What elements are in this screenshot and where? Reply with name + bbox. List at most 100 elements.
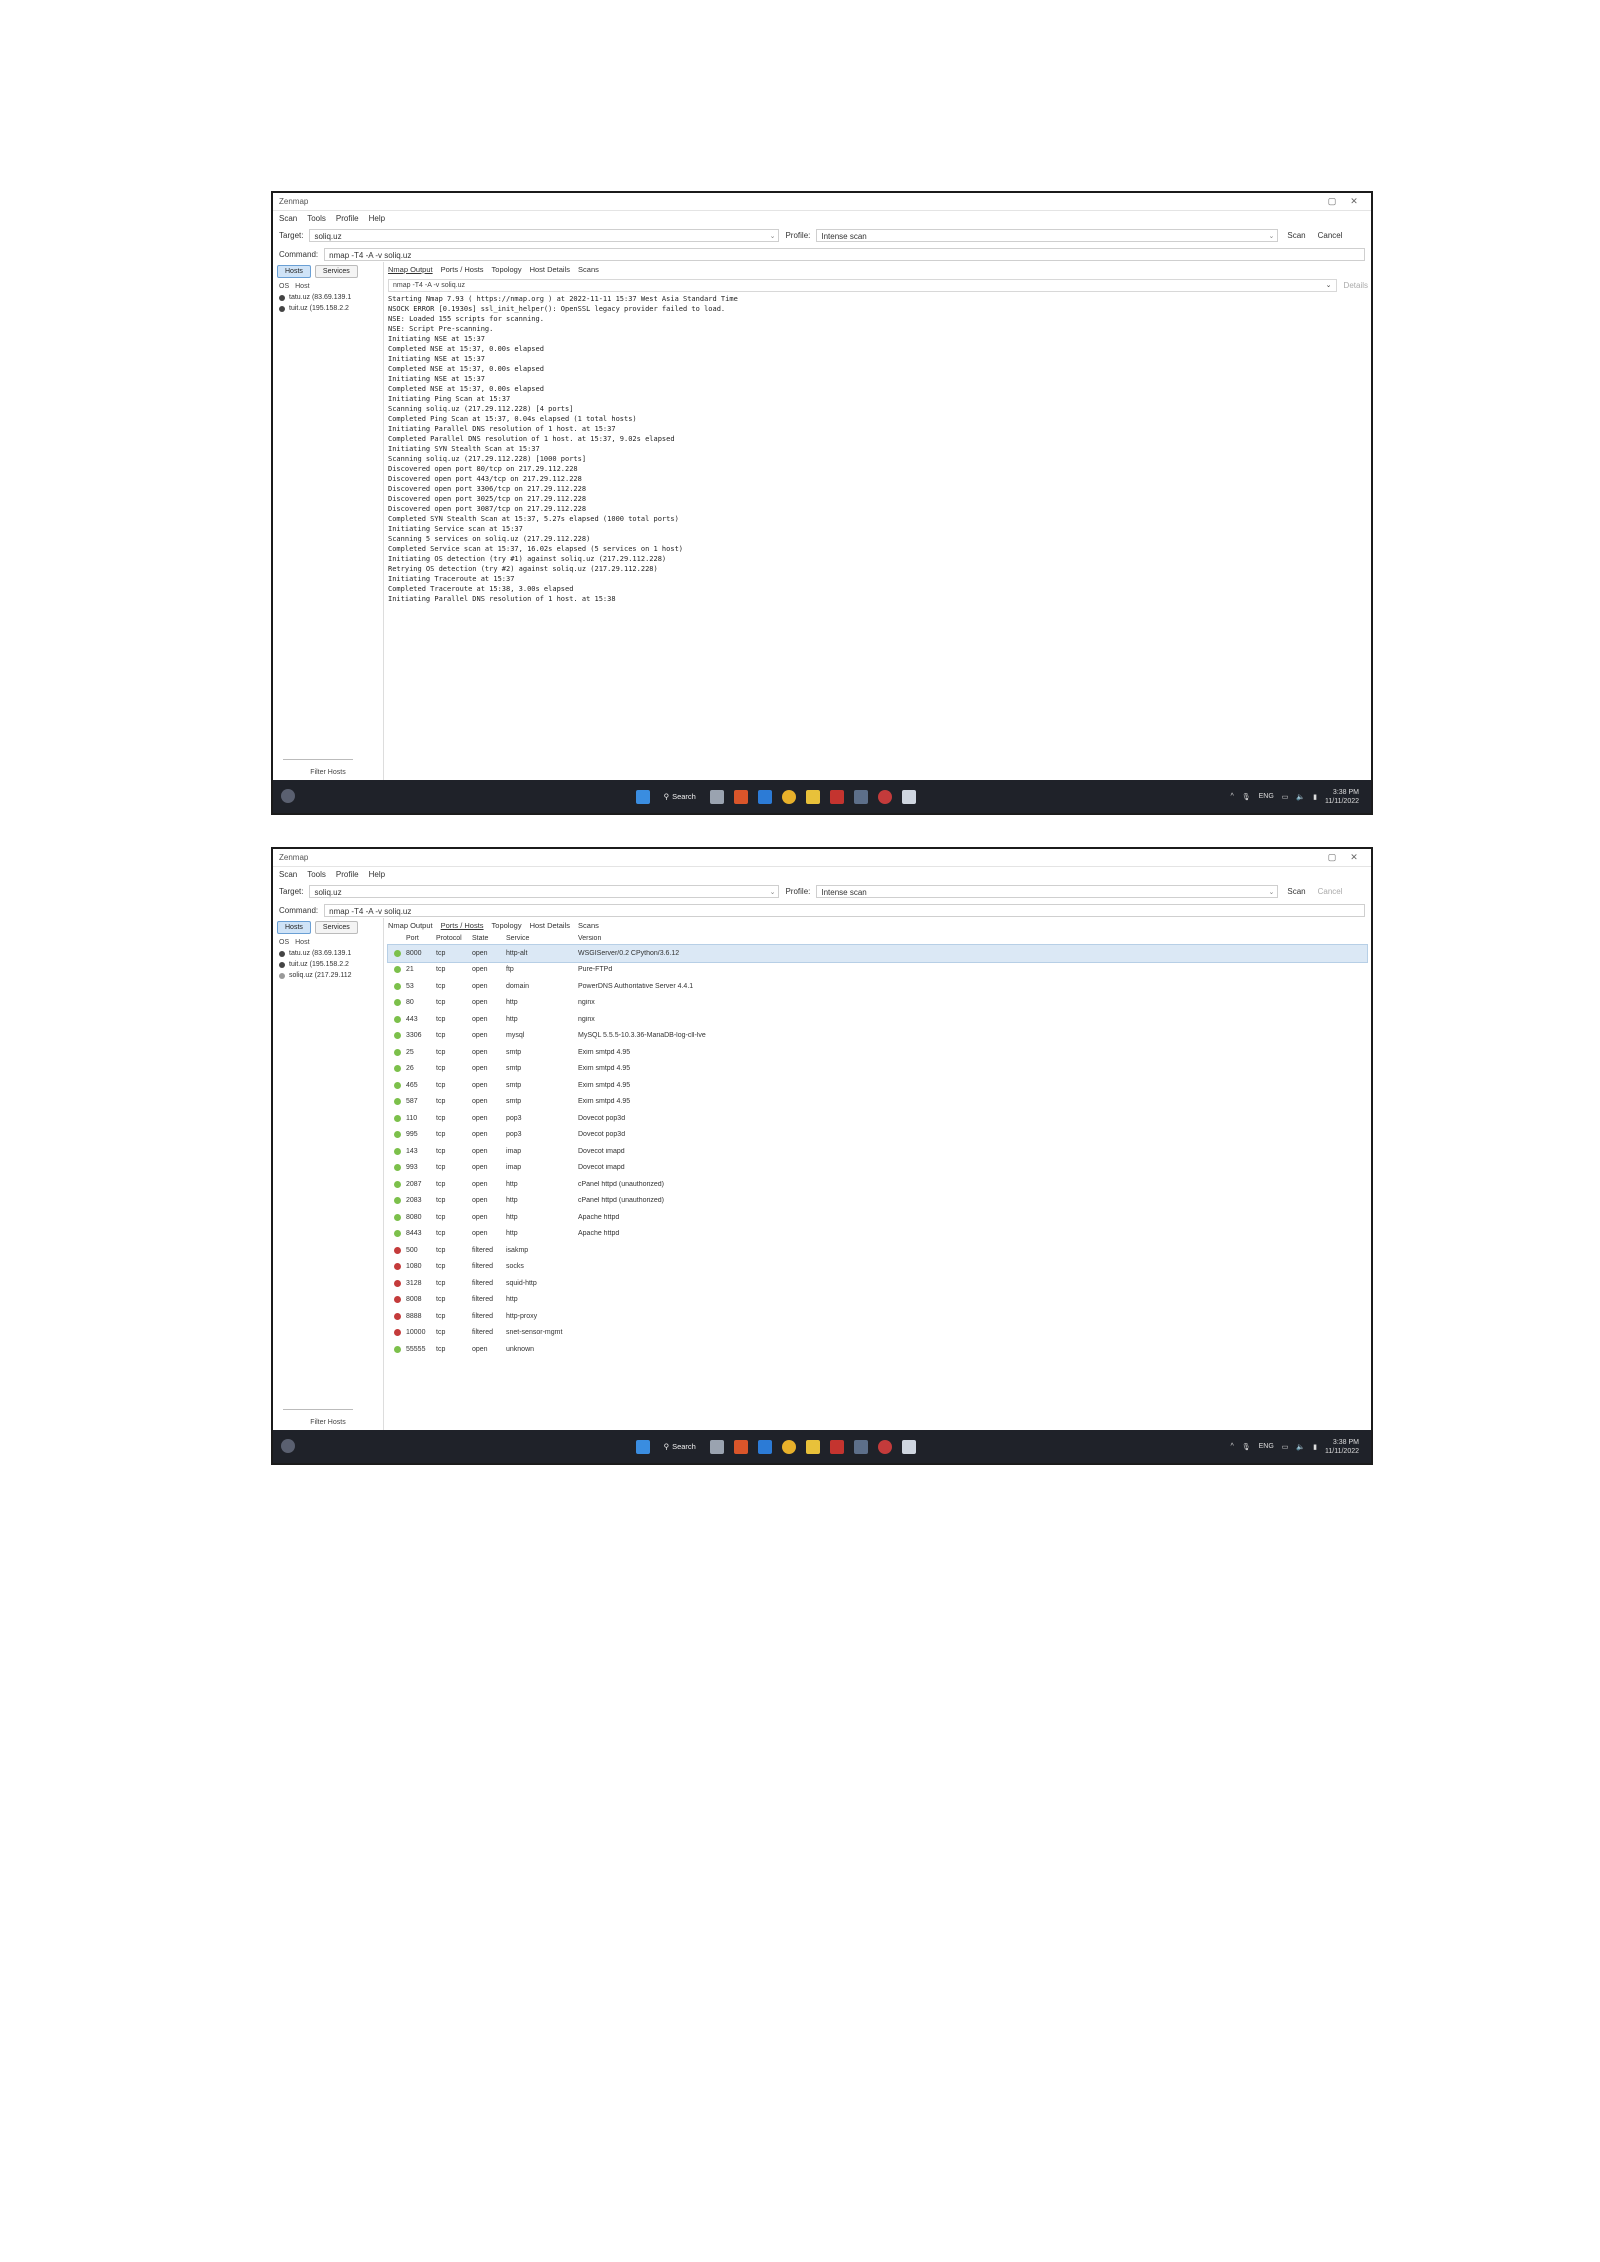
host-item[interactable]: tatu.uz (83.69.139.1 bbox=[273, 292, 383, 303]
horizontal-scrollbar[interactable] bbox=[283, 759, 353, 760]
table-row[interactable]: 993 tcp open imap Dovecot imapd bbox=[388, 1160, 1367, 1177]
file-explorer-icon[interactable] bbox=[805, 1439, 820, 1454]
menu-tools[interactable]: Tools bbox=[307, 214, 326, 223]
host-column-header[interactable]: Host bbox=[295, 283, 309, 290]
vscode-icon[interactable] bbox=[757, 789, 772, 804]
chrome-icon[interactable] bbox=[781, 789, 796, 804]
weather-icon[interactable] bbox=[281, 788, 295, 803]
table-row[interactable]: 465 tcp open smtp Exim smtpd 4.95 bbox=[388, 1077, 1367, 1094]
firefox-icon[interactable] bbox=[733, 789, 748, 804]
table-row[interactable]: 10000 tcp filtered snet-sensor-mgmt bbox=[388, 1325, 1367, 1342]
table-row[interactable]: 995 tcp open pop3 Dovecot pop3d bbox=[388, 1127, 1367, 1144]
table-row[interactable]: 26 tcp open smtp Exim smtpd 4.95 bbox=[388, 1061, 1367, 1078]
windows-start-icon[interactable] bbox=[635, 1439, 650, 1454]
battery-icon[interactable]: ▮ bbox=[1313, 1443, 1317, 1451]
horizontal-scrollbar[interactable] bbox=[283, 1409, 353, 1410]
host-item[interactable]: tatu.uz (83.69.139.1 bbox=[273, 948, 383, 959]
wps-icon[interactable] bbox=[829, 1439, 844, 1454]
table-row[interactable]: 25 tcp open smtp Exim smtpd 4.95 bbox=[388, 1044, 1367, 1061]
host-item[interactable]: tuit.uz (195.158.2.2 bbox=[273, 303, 383, 314]
os-column-header[interactable]: OS bbox=[279, 939, 289, 946]
table-row[interactable]: 3128 tcp filtered squid-http bbox=[388, 1275, 1367, 1292]
maximize-icon[interactable]: ▢ bbox=[1321, 196, 1343, 207]
file-explorer-icon[interactable] bbox=[805, 789, 820, 804]
profile-select[interactable]: Intense scan ⌄ bbox=[816, 228, 1279, 243]
table-row[interactable]: 500 tcp filtered isakmp bbox=[388, 1242, 1367, 1259]
menu-scan[interactable]: Scan bbox=[279, 870, 297, 879]
target-input[interactable]: soliq.uz ⌄ bbox=[309, 884, 780, 899]
os-column-header[interactable]: OS bbox=[279, 283, 289, 290]
filter-hosts-button[interactable]: Filter Hosts bbox=[273, 1419, 383, 1426]
task-view-icon[interactable] bbox=[709, 1439, 724, 1454]
tab-host-details[interactable]: Host Details bbox=[530, 921, 570, 933]
tab-nmap-output[interactable]: Nmap Output bbox=[388, 921, 433, 933]
table-row[interactable]: 21 tcp open ftp Pure-FTPd bbox=[388, 962, 1367, 979]
chevron-up-icon[interactable]: ^ bbox=[1230, 1443, 1233, 1450]
opera-icon[interactable] bbox=[877, 1439, 892, 1454]
taskbar-search[interactable]: ⚲ Search bbox=[660, 792, 700, 801]
command-input[interactable]: nmap -T4 -A -v soliq.uz bbox=[324, 903, 1365, 917]
close-icon[interactable]: ✕ bbox=[1343, 196, 1365, 207]
column-header-state[interactable]: State bbox=[472, 935, 506, 942]
language-indicator[interactable]: ENG bbox=[1259, 793, 1274, 800]
column-header-version[interactable]: Version bbox=[578, 935, 1367, 942]
tab-host-details[interactable]: Host Details bbox=[530, 265, 570, 277]
table-row[interactable]: 2083 tcp open http cPanel httpd (unauthorize… bbox=[388, 1193, 1367, 1210]
tab-nmap-output[interactable]: Nmap Output bbox=[388, 265, 433, 277]
windows-start-icon[interactable] bbox=[635, 789, 650, 804]
scan-button[interactable]: Scan bbox=[1284, 887, 1308, 896]
tab-scans[interactable]: Scans bbox=[578, 921, 599, 933]
table-row[interactable]: 55555 tcp open unknown bbox=[388, 1341, 1367, 1358]
menu-tools[interactable]: Tools bbox=[307, 870, 326, 879]
host-column-header[interactable]: Host bbox=[295, 939, 309, 946]
network-icon[interactable]: ▭ bbox=[1282, 793, 1289, 801]
services-tab[interactable]: Services bbox=[314, 265, 358, 278]
opera-icon[interactable] bbox=[877, 789, 892, 804]
chevron-down-icon[interactable]: ⌄ bbox=[1269, 230, 1275, 243]
app-icon[interactable] bbox=[853, 1439, 868, 1454]
table-row[interactable]: 8000 tcp open http-alt WSGIServer/0.2 CPytho… bbox=[387, 944, 1368, 963]
chrome-icon[interactable] bbox=[781, 1439, 796, 1454]
menu-profile[interactable]: Profile bbox=[336, 214, 359, 223]
vscode-icon[interactable] bbox=[757, 1439, 772, 1454]
table-row[interactable]: 443 tcp open http nginx bbox=[388, 1011, 1367, 1028]
zenmap-taskbar-icon[interactable] bbox=[901, 1439, 916, 1454]
wps-icon[interactable] bbox=[829, 789, 844, 804]
hosts-tab[interactable]: Hosts bbox=[277, 921, 311, 934]
taskbar-search[interactable]: ⚲ Search bbox=[660, 1442, 700, 1451]
target-input[interactable]: soliq.uz ⌄ bbox=[309, 228, 780, 242]
hosts-tab[interactable]: Hosts bbox=[277, 265, 311, 278]
chevron-up-icon[interactable]: ^ bbox=[1230, 793, 1233, 800]
language-indicator[interactable]: ENG bbox=[1259, 1443, 1274, 1450]
column-header-service[interactable]: Service bbox=[506, 935, 578, 942]
menu-profile[interactable]: Profile bbox=[336, 870, 359, 879]
host-item[interactable]: tuit.uz (195.158.2.2 bbox=[273, 959, 383, 970]
menu-help[interactable]: Help bbox=[369, 214, 385, 223]
tab-ports-hosts[interactable]: Ports / Hosts bbox=[441, 265, 484, 277]
maximize-icon[interactable]: ▢ bbox=[1321, 852, 1343, 863]
chevron-down-icon[interactable]: ⌄ bbox=[1269, 886, 1275, 899]
chevron-down-icon[interactable]: ⌄ bbox=[770, 886, 776, 899]
menu-help[interactable]: Help bbox=[369, 870, 385, 879]
scan-button[interactable]: Scan bbox=[1284, 231, 1308, 240]
menu-scan[interactable]: Scan bbox=[279, 214, 297, 223]
firefox-icon[interactable] bbox=[733, 1439, 748, 1454]
volume-icon[interactable]: 🔈 bbox=[1296, 1443, 1305, 1451]
chevron-down-icon[interactable]: ⌄ bbox=[1326, 280, 1332, 291]
details-button[interactable]: Details bbox=[1341, 281, 1371, 290]
table-row[interactable]: 53 tcp open domain PowerDNS Authoritative Se… bbox=[388, 978, 1367, 995]
cancel-button[interactable]: Cancel bbox=[1315, 887, 1346, 896]
table-row[interactable]: 8888 tcp filtered http-proxy bbox=[388, 1308, 1367, 1325]
volume-icon[interactable]: 🔈 bbox=[1296, 793, 1305, 801]
table-row[interactable]: 1080 tcp filtered socks bbox=[388, 1259, 1367, 1276]
profile-select[interactable]: Intense scan ⌄ bbox=[816, 884, 1279, 899]
host-list-header[interactable]: OS Host bbox=[273, 281, 383, 292]
tab-topology[interactable]: Topology bbox=[492, 921, 522, 933]
host-list-header[interactable]: OS Host bbox=[273, 937, 383, 948]
zenmap-taskbar-icon[interactable] bbox=[901, 789, 916, 804]
tab-scans[interactable]: Scans bbox=[578, 265, 599, 277]
host-item[interactable]: soliq.uz (217.29.112 bbox=[273, 970, 383, 981]
column-header-protocol[interactable]: Protocol bbox=[436, 935, 472, 942]
services-tab[interactable]: Services bbox=[314, 921, 358, 934]
output-command-select[interactable]: nmap -T4 -A -v soliq.uz ⌄ bbox=[388, 279, 1337, 292]
